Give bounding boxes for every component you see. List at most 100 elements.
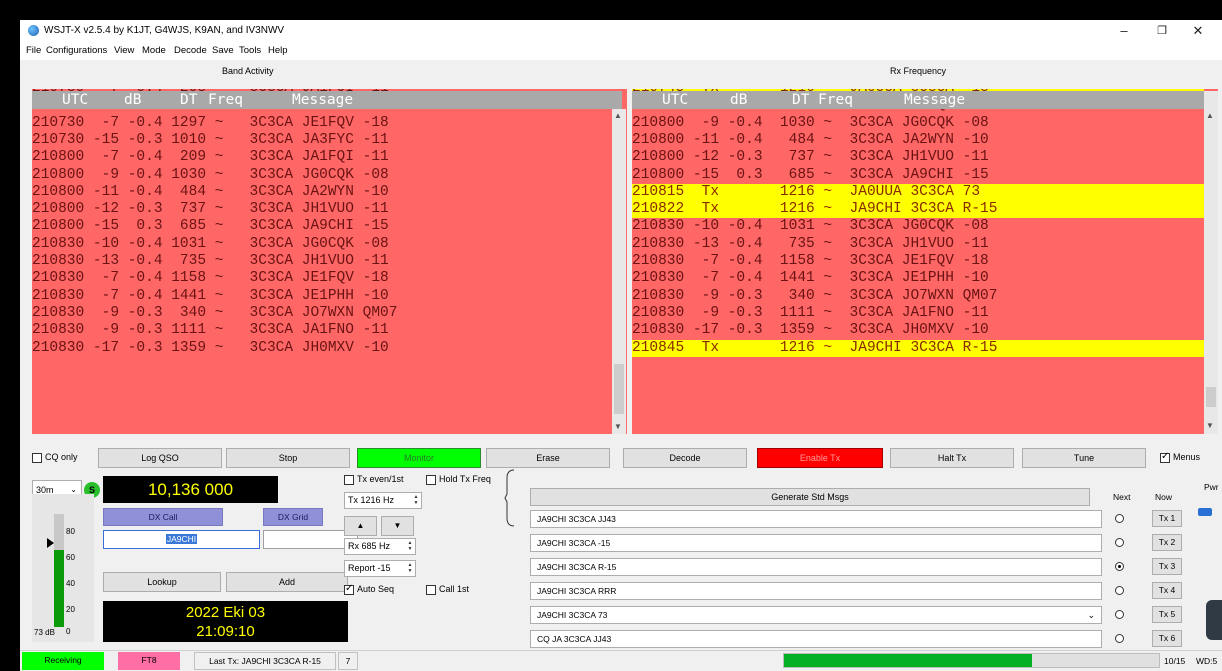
list-item[interactable]: 210845 Tx 1216 ~ JA9CHI 3C3CA R-15 [632,339,1204,357]
menu-file[interactable]: File [26,45,41,56]
list-item[interactable]: 210830 -17 -0.3 1359 ~ 3C3CA JH0MXV -10 [632,322,1204,339]
down-arrow-button[interactable]: ▼ [381,516,414,536]
list-item[interactable]: 210830 -9 -0.3 1111 ~ 3C3CA JA1FNO -11 [632,305,1204,322]
list-item[interactable]: 210830 -9 -0.3 340 ~ 3C3CA JO7WXN QM07 [32,305,397,322]
list-item[interactable]: 210830 -7 -0.4 1158 ~ 3C3CA JE1FQV -18 [632,253,1204,270]
chevron-down-icon[interactable]: ⌄ [1087,607,1095,623]
rx-frequency-scrollbar[interactable]: ▲ ▼ [1204,91,1218,434]
spin-arrows-icon[interactable]: ▲ ▼ [406,562,414,574]
list-item[interactable]: 210815 Tx 1216 ~ JA0UUA 3C3CA 73 [632,183,1204,202]
list-item[interactable]: 210800 -12 -0.3 737 ~ 3C3CA JH1VUO -11 [32,201,389,218]
tx5-message-field[interactable]: JA9CHI 3C3CA 73 ⌄ [530,606,1102,624]
spin-arrows-icon[interactable]: ▲ ▼ [406,540,414,552]
list-item[interactable]: 210822 Tx 1216 ~ JA9CHI 3C3CA R-15 [632,201,1204,219]
list-item[interactable]: 210800 -15 0.3 685 ~ 3C3CA JA9CHI -15 [632,167,1204,184]
minimize-button[interactable]: – [1114,23,1134,39]
tx-even-checkbox[interactable] [344,475,354,485]
menu-mode[interactable]: Mode [142,45,166,56]
rx-freq-spinbox[interactable]: Rx 685 Hz ▲ ▼ [344,538,416,555]
list-item[interactable]: 210800 -15 0.3 685 ~ 3C3CA JA9CHI -15 [32,218,389,235]
generate-std-msgs-button[interactable]: Generate Std Msgs [530,488,1090,506]
spin-arrows-icon[interactable]: ▲ ▼ [412,494,420,506]
list-item[interactable]: 210830 -13 -0.4 735 ~ 3C3CA JH1VUO -11 [632,236,1204,253]
enable-tx-button[interactable]: Enable Tx [757,448,883,468]
add-button[interactable]: Add [226,572,348,592]
cq-only-checkbox[interactable] [32,453,42,463]
list-item[interactable]: 210800 -7 -0.4 209 ~ 3C3CA JA1FQI -11 [32,149,389,166]
frequency-display[interactable]: 10,136 000 [103,476,278,503]
lookup-button[interactable]: Lookup [103,572,221,592]
tx1-next-radio[interactable] [1115,514,1124,523]
list-item[interactable]: 210730 -15 -0.3 1010 ~ 3C3CA JA3FYC -11 [32,132,389,149]
rx-frequency-list[interactable]: 210745 Tx 1216 ~ JA0UUA 3C3CA -13 210800… [632,89,1218,434]
tx2-message-field[interactable]: JA9CHI 3C3CA -15 [530,534,1102,552]
tx4-button[interactable]: Tx 4 [1152,582,1182,599]
list-item[interactable]: 210830 -10 -0.4 1031 ~ 3C3CA JG0CQK -08 [632,218,1204,235]
monitor-button[interactable]: Monitor [357,448,481,468]
halt-tx-button[interactable]: Halt Tx [890,448,1014,468]
list-item[interactable]: 210830 -10 -0.4 1031 ~ 3C3CA JG0CQK -08 [32,236,389,253]
menu-view[interactable]: View [114,45,134,56]
menu-configurations[interactable]: Configurations [46,45,107,56]
maximize-button[interactable]: ❐ [1152,23,1172,39]
auto-seq-checkbox[interactable] [344,583,354,595]
tx6-message-field[interactable]: CQ JA 3C3CA JJ43 [530,630,1102,648]
tab-switch-icon[interactable] [504,468,518,528]
tx4-message-field[interactable]: JA9CHI 3C3CA RRR [530,582,1102,600]
tx1-button[interactable]: Tx 1 [1152,510,1182,527]
power-slider-handle[interactable] [1198,508,1212,516]
call-1st-checkbox[interactable] [426,585,436,595]
log-qso-button[interactable]: Log QSO [98,448,222,468]
stop-button[interactable]: Stop [226,448,350,468]
scroll-down-icon[interactable]: ▼ [614,422,622,431]
list-item[interactable]: 210830 -17 -0.3 1359 ~ 3C3CA JH0MXV -10 [32,340,389,357]
hold-tx-freq-checkbox[interactable] [426,475,436,485]
scroll-thumb[interactable] [1206,387,1216,407]
report-spinbox[interactable]: Report -15 ▲ ▼ [344,560,416,577]
list-item[interactable]: 210830 -13 -0.4 735 ~ 3C3CA JH1VUO -11 [32,253,389,270]
menu-save[interactable]: Save [212,45,234,56]
list-item[interactable]: 210800 -9 -0.4 1030 ~ 3C3CA JG0CQK -08 [632,115,1204,132]
list-item[interactable]: 210830 -7 -0.4 1441 ~ 3C3CA JE1PHH -10 [632,270,1204,287]
list-item[interactable]: 210830 -7 -0.4 1158 ~ 3C3CA JE1FQV -18 [32,270,389,287]
tx3-button[interactable]: Tx 3 [1152,558,1182,575]
tx2-next-radio[interactable] [1115,538,1124,547]
menu-decode[interactable]: Decode [174,45,207,56]
tx2-button[interactable]: Tx 2 [1152,534,1182,551]
tx6-next-radio[interactable] [1115,634,1124,643]
list-item[interactable]: 210730 -7 -0.4 1297 ~ 3C3CA JE1FQV -18 [32,115,389,132]
menu-bar: File Configurations View Mode Decode Sav… [20,42,1222,60]
tx5-button[interactable]: Tx 5 [1152,606,1182,623]
list-item[interactable]: 210830 -7 -0.4 1441 ~ 3C3CA JE1PHH -10 [32,288,389,305]
tx1-message-field[interactable]: JA9CHI 3C3CA JJ43 [530,510,1102,528]
menu-tools[interactable]: Tools [239,45,261,56]
list-item[interactable]: 210800 -9 -0.4 1030 ~ 3C3CA JG0CQK -08 [32,167,389,184]
list-item[interactable]: 210800 -11 -0.4 484 ~ 3C3CA JA2WYN -10 [632,132,1204,149]
menu-help[interactable]: Help [268,45,288,56]
list-item[interactable]: 210830 -9 -0.3 1111 ~ 3C3CA JA1FNO -11 [32,322,389,339]
dx-call-input[interactable]: JA9CHI [103,530,260,549]
signal-meter-track [54,514,64,627]
scroll-thumb[interactable] [614,364,624,414]
up-arrow-button[interactable]: ▲ [344,516,377,536]
scroll-down-icon[interactable]: ▼ [1206,421,1214,430]
tx6-button[interactable]: Tx 6 [1152,630,1182,647]
erase-button[interactable]: Erase [486,448,610,468]
decode-button[interactable]: Decode [623,448,747,468]
band-activity-scrollbar[interactable]: ▲ ▼ [612,109,626,434]
tx5-next-radio[interactable] [1115,610,1124,619]
tx4-next-radio[interactable] [1115,586,1124,595]
list-item[interactable]: 210830 -9 -0.3 340 ~ 3C3CA JO7WXN QM07 [632,288,1204,305]
band-activity-list[interactable]: 210730 -7 -0.4 208 ~ 3C3CA JA1FQI -11 21… [32,89,627,434]
tx-freq-spinbox[interactable]: Tx 1216 Hz ▲ ▼ [344,492,422,509]
list-item[interactable]: 210800 -12 -0.3 737 ~ 3C3CA JH1VUO -11 [632,149,1204,166]
side-panel-tab[interactable] [1206,600,1222,640]
close-button[interactable]: ✕ [1188,23,1208,39]
tune-button[interactable]: Tune [1022,448,1146,468]
scroll-up-icon[interactable]: ▲ [1206,111,1214,120]
tx3-next-radio[interactable] [1115,562,1124,571]
tx3-message-field[interactable]: JA9CHI 3C3CA R-15 [530,558,1102,576]
scroll-up-icon[interactable]: ▲ [614,111,622,120]
list-item[interactable]: 210800 -11 -0.4 484 ~ 3C3CA JA2WYN -10 [32,184,389,201]
menus-checkbox[interactable] [1160,451,1170,463]
